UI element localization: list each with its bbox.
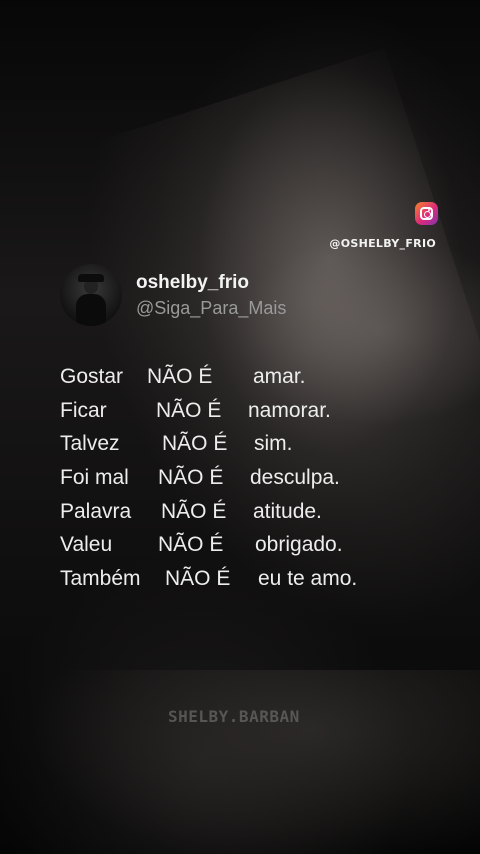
line-object: desculpa. bbox=[250, 466, 340, 490]
line-negation: NÃO É bbox=[156, 398, 222, 422]
line-negation: NÃO É bbox=[158, 533, 224, 557]
line-negation: NÃO É bbox=[147, 365, 213, 388]
watermark: SHELBY.BARBAN bbox=[168, 707, 300, 726]
line-object: obrigado. bbox=[255, 533, 343, 557]
collar-silhouette bbox=[30, 670, 480, 854]
user-handle[interactable]: @Siga_Para_Mais bbox=[136, 298, 286, 319]
username[interactable]: oshelby_frio bbox=[136, 272, 249, 294]
line-object: amar. bbox=[253, 365, 306, 388]
line-object: atitude. bbox=[253, 499, 322, 523]
line-subject: Valeu bbox=[60, 533, 113, 557]
line-subject: Foi mal bbox=[60, 466, 129, 490]
line-object: sim. bbox=[254, 432, 293, 456]
line-subject: Também bbox=[60, 567, 141, 591]
instagram-icon bbox=[415, 202, 438, 225]
line-negation: NÃO É bbox=[161, 499, 227, 523]
background-photo: @OSHELBY_FRIO oshelby_frio @Siga_Para_Ma… bbox=[0, 0, 480, 854]
line-negation: NÃO É bbox=[165, 567, 231, 591]
line-object: eu te amo. bbox=[258, 567, 358, 591]
line-negation: NÃO É bbox=[162, 432, 228, 456]
line-subject: Palavra bbox=[60, 499, 132, 523]
line-subject: Talvez bbox=[60, 432, 120, 456]
avatar[interactable] bbox=[60, 264, 122, 326]
line-negation: NÃO É bbox=[158, 466, 224, 490]
instagram-handle: @OSHELBY_FRIO bbox=[329, 237, 436, 250]
line-subject: Gostar bbox=[60, 365, 124, 388]
line-subject: Ficar bbox=[60, 398, 107, 422]
line-object: namorar. bbox=[248, 398, 331, 422]
